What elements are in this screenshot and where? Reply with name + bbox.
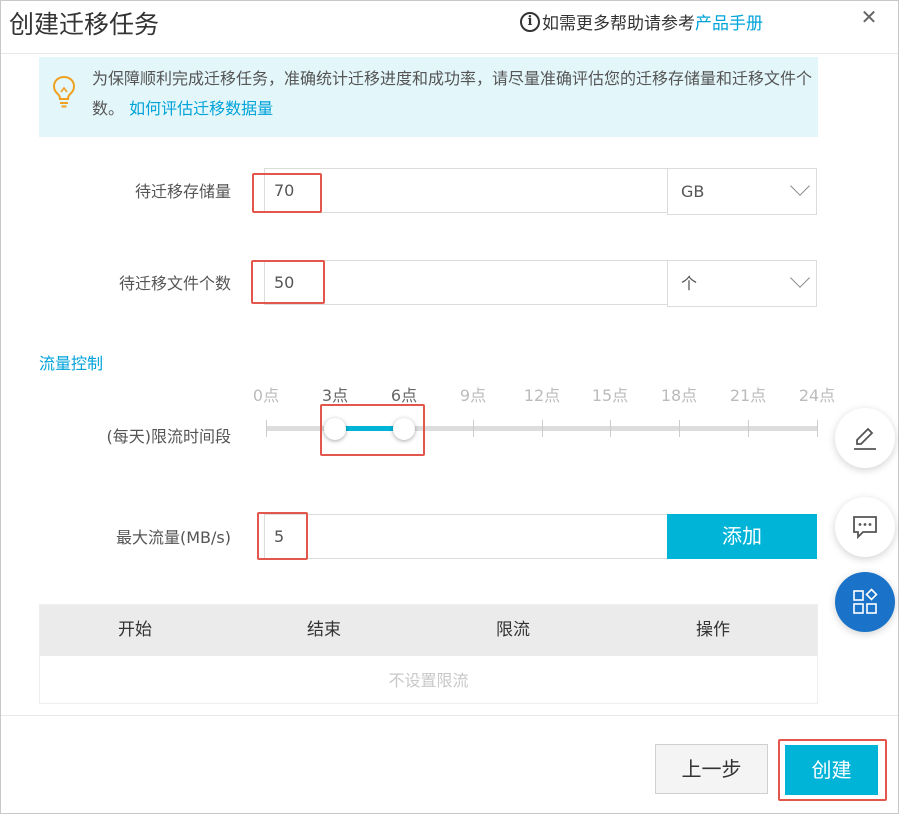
slider-tick	[748, 420, 749, 437]
slider-tick	[817, 420, 818, 437]
period-label: (每天)限流时间段	[106, 427, 232, 446]
empty-state-text: 不设置限流	[388, 671, 469, 690]
slider-tick	[542, 420, 543, 437]
header-divider	[1, 53, 898, 54]
assess-data-link[interactable]: 如何评估迁移数据量	[129, 99, 273, 118]
slider-tick-label: 21点	[729, 386, 767, 405]
slider-tick	[679, 420, 680, 437]
notice-banner: 为保障顺利完成迁移任务，准确统计迁移进度和成功率，请尽量准确评估您的迁移存储量和…	[39, 57, 818, 137]
feedback-icon	[853, 516, 877, 540]
slider-tick	[266, 420, 267, 437]
notice-text: 为保障顺利完成迁移任务，准确统计迁移进度和成功率，请尽量准确评估您的迁移存储量和…	[92, 64, 812, 124]
highlight-box	[320, 404, 425, 456]
highlight-box	[778, 739, 887, 801]
edit-float-button[interactable]	[835, 408, 895, 468]
max-flow-input[interactable]: 5	[264, 514, 668, 559]
edit-icon	[854, 427, 876, 450]
chevron-down-icon	[790, 268, 810, 288]
info-icon: i	[520, 11, 540, 32]
highlight-box	[251, 260, 325, 304]
add-button[interactable]: 添加	[667, 514, 817, 559]
flow-control-title: 流量控制	[39, 354, 104, 373]
flow-limit-table: 开始 结束 限流 操作 不设置限流	[39, 604, 818, 704]
slider-tick	[610, 420, 611, 437]
product-manual-link[interactable]: 产品手册	[695, 9, 763, 34]
slider-tick-label: 3点	[321, 386, 349, 405]
apps-float-button[interactable]	[835, 572, 895, 632]
slider-tick-label: 6点	[390, 386, 418, 405]
slider-tick-label: 0点	[252, 386, 280, 405]
create-migration-dialog: 创建迁移任务 i 如需更多帮助请参考 产品手册 ✕ 为保障顺利完成迁移任务，准确…	[0, 0, 899, 814]
table-header: 开始 结束 限流 操作	[40, 605, 817, 656]
help-prefix: 如需更多帮助请参考	[542, 14, 695, 34]
chevron-down-icon	[790, 176, 810, 196]
slider-tick-label: 15点	[591, 386, 629, 405]
slider-tick-label: 24点	[798, 386, 836, 405]
highlight-box	[252, 173, 322, 213]
footer-divider	[1, 715, 898, 716]
highlight-box	[257, 512, 308, 560]
column-header-start: 开始	[118, 620, 152, 640]
storage-unit-select[interactable]: GB	[667, 168, 817, 215]
storage-label: 待迁移存储量	[134, 182, 231, 201]
storage-input[interactable]: 70	[264, 168, 668, 213]
slider-tick-label: 18点	[660, 386, 698, 405]
slider-tick-label: 12点	[523, 386, 561, 405]
max-flow-label: 最大流量(MB/s)	[116, 528, 231, 547]
slider-tick-label: 9点	[459, 386, 487, 405]
column-header-action: 操作	[696, 620, 730, 640]
slider-tick	[473, 420, 474, 437]
dialog-title: 创建迁移任务	[9, 10, 160, 39]
lightbulb-icon	[52, 75, 76, 108]
files-unit-value: 个	[681, 274, 698, 293]
feedback-float-button[interactable]	[835, 497, 895, 557]
previous-step-button[interactable]: 上一步	[655, 744, 768, 794]
storage-unit-value: GB	[681, 182, 705, 201]
files-unit-select[interactable]: 个	[667, 260, 817, 307]
column-header-limit: 限流	[496, 620, 530, 640]
files-label: 待迁移文件个数	[118, 274, 231, 293]
close-icon[interactable]: ✕	[858, 6, 880, 28]
apps-icon	[853, 588, 878, 614]
column-header-end: 结束	[307, 620, 341, 640]
help-hint: i 如需更多帮助请参考 产品手册	[520, 9, 763, 34]
